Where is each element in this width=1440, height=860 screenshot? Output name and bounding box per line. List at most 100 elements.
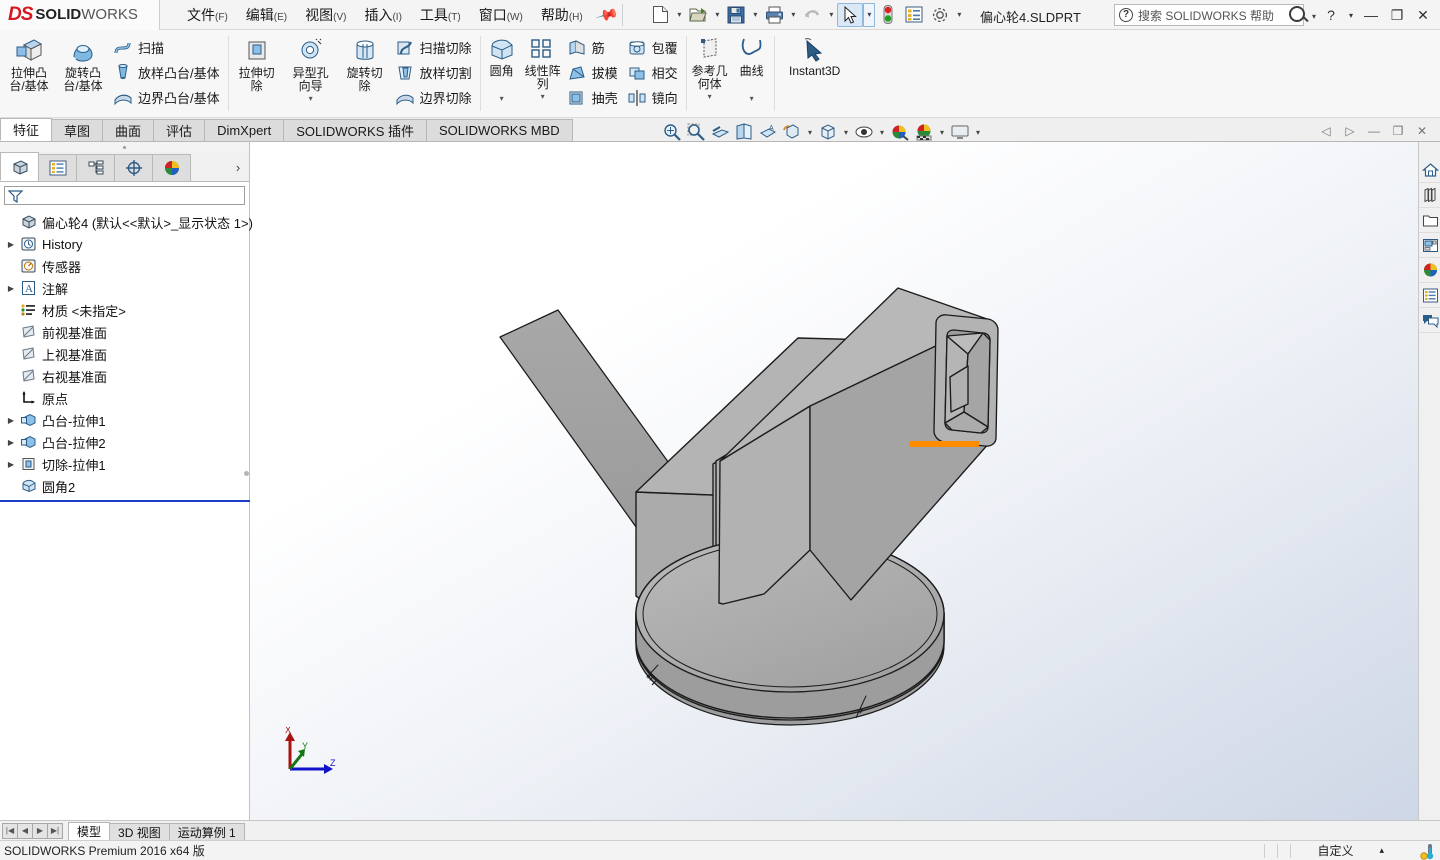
tree-node-sensors[interactable]: 传感器 xyxy=(2,255,249,277)
display-style-caret[interactable]: ▾ xyxy=(840,120,852,144)
fillet-button[interactable]: 圆角 ▾ xyxy=(482,32,522,104)
tree-node-boss-extrude1[interactable]: ▶ 凸台-拉伸1 xyxy=(2,409,249,431)
next-tab-button[interactable]: ▶ xyxy=(32,822,48,839)
solidworks-forum-button[interactable] xyxy=(1419,308,1440,333)
new-document-caret[interactable]: ▾ xyxy=(673,3,685,27)
restore-button[interactable]: ❐ xyxy=(1384,2,1410,28)
bottom-tab-3dview[interactable]: 3D 视图 xyxy=(109,822,170,841)
tree-node-cut-extrude1[interactable]: ▶ 切除-拉伸1 xyxy=(2,453,249,475)
boundary-boss-button[interactable]: 边界凸台/基体 xyxy=(110,85,226,110)
tree-node-origin[interactable]: 原点 xyxy=(2,387,249,409)
view-settings-button[interactable] xyxy=(948,120,972,144)
menu-item-window[interactable]: 窗口(W) xyxy=(470,2,532,28)
tree-node-top-plane[interactable]: 上视基准面 xyxy=(2,343,249,365)
feature-tree-filter[interactable] xyxy=(4,186,245,205)
linear-pattern-button[interactable]: 线性阵 列 ▾ xyxy=(522,32,564,102)
zoom-to-fit-button[interactable] xyxy=(660,120,684,144)
tree-node-material[interactable]: 材质 <未指定> xyxy=(2,299,249,321)
expand-arrow[interactable]: ▶ xyxy=(4,284,18,293)
selection-overlay[interactable] xyxy=(250,142,1418,820)
tree-node-boss-extrude2[interactable]: ▶ 凸台-拉伸2 xyxy=(2,431,249,453)
extruded-boss-button[interactable]: 拉伸凸 台/基体 xyxy=(2,32,56,94)
new-document-button[interactable] xyxy=(647,3,673,27)
prev-tab-button[interactable]: ◀ xyxy=(17,822,33,839)
prev-doc-button[interactable]: ◁ xyxy=(1314,120,1338,142)
hole-wizard-button[interactable]: 异型孔 向导 ▾ xyxy=(284,32,338,104)
menu-item-file[interactable]: 文件(F) xyxy=(178,2,237,28)
hole-wizard-caret[interactable]: ▾ xyxy=(309,94,313,103)
zoom-selection-button[interactable]: A xyxy=(756,120,780,144)
wrap-button[interactable]: 包覆 xyxy=(624,35,684,60)
options-button[interactable] xyxy=(927,3,953,27)
last-tab-button[interactable]: ▶| xyxy=(47,822,63,839)
bottom-tab-model[interactable]: 模型 xyxy=(68,821,111,841)
custom-units-label[interactable]: 自定义 xyxy=(1317,842,1353,859)
extruded-cut-button[interactable]: 拉伸切 除 xyxy=(230,32,284,94)
apply-scene-caret[interactable]: ▾ xyxy=(936,120,948,144)
appearances-scenes-button[interactable] xyxy=(1419,258,1440,283)
reference-geometry-button[interactable]: 参考几 何体 ▾ xyxy=(688,32,732,102)
solidworks-resources-button[interactable] xyxy=(1419,158,1440,183)
rib-button[interactable]: 筋 xyxy=(564,35,624,60)
expand-arrow[interactable]: ▶ xyxy=(4,438,18,447)
intersect-button[interactable]: 相交 xyxy=(624,60,684,85)
curves-button[interactable]: 曲线 ▾ xyxy=(732,32,772,104)
menu-item-help[interactable]: 帮助(H) xyxy=(532,2,592,28)
section-view-button[interactable] xyxy=(708,120,732,144)
hide-show-caret[interactable]: ▾ xyxy=(876,120,888,144)
tree-node-right-plane[interactable]: 右视基准面 xyxy=(2,365,249,387)
undo-caret[interactable]: ▾ xyxy=(825,3,837,27)
display-manager-tab[interactable] xyxy=(152,154,191,181)
view-settings-caret[interactable]: ▾ xyxy=(972,120,984,144)
fillet-caret[interactable]: ▾ xyxy=(500,94,504,103)
graphics-area[interactable]: Z X Y xyxy=(250,142,1418,820)
help-search-input[interactable]: ? 搜索 SOLIDWORKS 帮助 xyxy=(1114,4,1304,26)
tree-root-node[interactable]: 偏心轮4 (默认<<默认>_显示状态 1>) xyxy=(2,211,253,233)
options-caret[interactable]: ▾ xyxy=(953,3,965,27)
feature-manager-tab[interactable] xyxy=(0,152,39,181)
file-properties-button[interactable] xyxy=(901,3,927,27)
custom-properties-button[interactable] xyxy=(1419,283,1440,308)
menu-item-view[interactable]: 视图(V) xyxy=(296,2,355,28)
expand-arrow[interactable]: ▶ xyxy=(4,240,18,249)
configuration-manager-tab[interactable] xyxy=(76,154,115,181)
swept-boss-button[interactable]: 扫描 xyxy=(110,35,226,60)
linear-pattern-caret[interactable]: ▾ xyxy=(541,92,545,101)
next-doc-button[interactable]: ▷ xyxy=(1338,120,1362,142)
close-button[interactable]: ✕ xyxy=(1410,2,1436,28)
curves-caret[interactable]: ▾ xyxy=(750,94,754,103)
bottom-tab-motion-study[interactable]: 运动算例 1 xyxy=(168,822,245,841)
design-library-button[interactable] xyxy=(1419,183,1440,208)
swept-cut-button[interactable]: 扫描切除 xyxy=(392,35,478,60)
minimize-button[interactable]: — xyxy=(1358,2,1384,28)
lofted-boss-button[interactable]: 放样凸台/基体 xyxy=(110,60,226,85)
print-caret[interactable]: ▾ xyxy=(787,3,799,27)
boundary-cut-button[interactable]: 边界切除 xyxy=(392,85,478,110)
view-palette-button[interactable] xyxy=(1419,233,1440,258)
tab-sketch[interactable]: 草图 xyxy=(51,119,104,141)
dimxpert-manager-tab[interactable] xyxy=(114,154,153,181)
rollback-bar[interactable] xyxy=(0,500,250,502)
help-button[interactable]: ? xyxy=(1318,2,1344,28)
custom-units-caret[interactable]: ▴ xyxy=(1379,845,1384,856)
print-button[interactable] xyxy=(761,3,787,27)
lofted-cut-button[interactable]: 放样切割 xyxy=(392,60,478,85)
hide-show-items-button[interactable] xyxy=(852,120,876,144)
tab-solidworks-mbd[interactable]: SOLIDWORKS MBD xyxy=(426,119,573,141)
pushpin-icon[interactable]: 📌 xyxy=(594,2,619,27)
doc-restore-button[interactable]: ❐ xyxy=(1386,120,1410,142)
expand-panel-tabs-button[interactable]: › xyxy=(227,154,249,181)
instant3d-button[interactable]: Instant3D xyxy=(776,32,854,79)
revolved-cut-button[interactable]: 旋转切 除 xyxy=(338,32,392,94)
doc-close-button[interactable]: ✕ xyxy=(1410,120,1434,142)
rotate-view-caret[interactable]: ▾ xyxy=(804,120,816,144)
expand-arrow[interactable]: ▶ xyxy=(4,416,18,425)
reference-geometry-caret[interactable]: ▾ xyxy=(708,92,712,101)
tab-solidworks-addins[interactable]: SOLIDWORKS 插件 xyxy=(283,119,427,141)
display-style-button[interactable] xyxy=(816,120,840,144)
tree-node-history[interactable]: ▶ History xyxy=(2,233,249,255)
save-caret[interactable]: ▾ xyxy=(749,3,761,27)
undo-button[interactable] xyxy=(799,3,825,27)
mirror-button[interactable]: 镜向 xyxy=(624,85,684,110)
rebuild-button[interactable] xyxy=(875,3,901,27)
